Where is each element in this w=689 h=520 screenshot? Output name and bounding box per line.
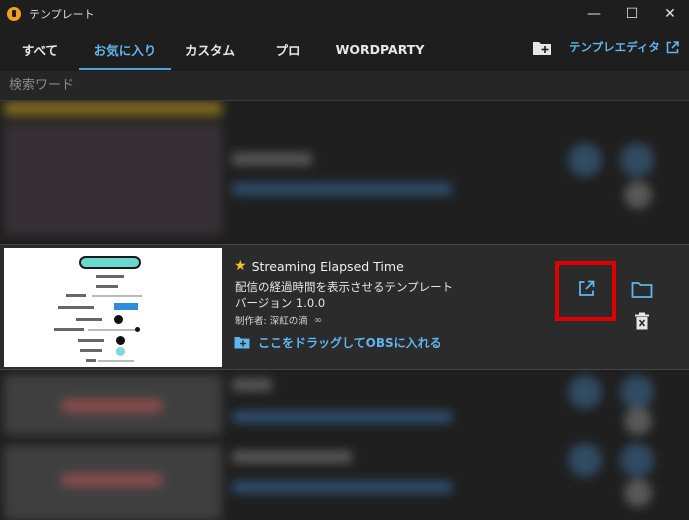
blurred-title <box>232 153 312 165</box>
maximize-button[interactable]: ☐ <box>613 0 651 27</box>
open-external-icon <box>666 40 679 53</box>
blurred-delete-button <box>624 181 652 209</box>
blurred-folder-button <box>620 443 654 477</box>
thumbnail-line <box>58 306 94 309</box>
add-folder-icon[interactable] <box>532 40 552 56</box>
delete-icon[interactable] <box>634 312 650 330</box>
list-item[interactable] <box>0 441 689 520</box>
blurred-delete-button <box>624 479 652 507</box>
thumbnail-swatch <box>116 347 125 356</box>
template-thumbnail <box>4 248 222 367</box>
close-button[interactable]: ✕ <box>651 0 689 27</box>
list-item[interactable] <box>0 371 689 439</box>
thumbnail <box>4 101 222 116</box>
tab-pro[interactable]: プロ <box>258 27 318 71</box>
blurred-open-button <box>568 375 602 409</box>
blurred-delete-button <box>624 407 652 435</box>
thumbnail-line <box>88 329 138 331</box>
drag-to-obs-label: ここをドラッグしてOBSに入れる <box>258 336 442 350</box>
blurred-folder-button <box>620 375 654 409</box>
folder-icon[interactable] <box>631 281 653 299</box>
link-icon[interactable]: ∞ <box>314 315 322 326</box>
blurred-title <box>232 451 352 463</box>
thumbnail-line <box>66 294 86 297</box>
thumbnail-line <box>96 285 118 288</box>
search-bar <box>0 71 689 101</box>
thumbnail-line <box>76 318 102 321</box>
blurred-drag-link <box>232 183 452 195</box>
search-input[interactable] <box>0 71 689 100</box>
active-tab-indicator <box>79 68 171 70</box>
minimize-button[interactable]: — <box>575 0 613 27</box>
template-version: バージョン 1.0.0 <box>235 296 326 310</box>
thumbnail-slider-knob <box>135 327 140 332</box>
thumbnail-line <box>78 339 104 342</box>
thumbnail-line <box>98 360 134 362</box>
template-author-row: 制作者: 深紅の滴 ∞ <box>235 313 322 328</box>
thumbnail-swatch <box>116 336 125 345</box>
tab-all[interactable]: すべて <box>8 27 72 71</box>
blurred-drag-link <box>232 481 452 493</box>
window-controls: — ☐ ✕ <box>575 0 689 27</box>
blurred-folder-button <box>620 143 654 177</box>
thumbnail <box>4 123 222 235</box>
window-title: テンプレート <box>29 7 95 21</box>
template-title: Streaming Elapsed Time <box>251 258 404 274</box>
blurred-title <box>232 379 272 391</box>
thumbnail-swatch <box>114 315 123 324</box>
tab-wordparty[interactable]: WORDPARTY <box>328 27 432 71</box>
blurred-thumb-label <box>62 473 162 487</box>
highlight-annotation-box <box>555 261 616 321</box>
template-title-row: ★ Streaming Elapsed Time <box>234 258 404 274</box>
list-item[interactable] <box>0 101 689 241</box>
template-description: 配信の経過時間を表示させるテンプレート <box>235 280 454 294</box>
tab-custom[interactable]: カスタム <box>172 27 248 71</box>
blurred-thumb-label <box>62 399 162 413</box>
thumbnail-line <box>86 359 96 362</box>
app-logo-icon <box>7 6 21 21</box>
drag-to-obs-handle[interactable]: ここをドラッグしてOBSに入れる <box>234 334 442 351</box>
blurred-open-button <box>568 143 602 177</box>
template-editor-link[interactable]: テンプレエディタ <box>569 38 679 56</box>
thumbnail-line <box>54 328 84 331</box>
thumbnail-button <box>114 303 138 310</box>
tab-favorites[interactable]: お気に入り <box>79 27 171 71</box>
blurred-open-button <box>568 443 602 477</box>
thumbnail-line <box>92 295 142 297</box>
thumbnail-line <box>96 275 124 278</box>
blurred-drag-link <box>232 411 452 423</box>
thumbnail-title <box>79 256 141 269</box>
thumbnail-line <box>80 349 102 352</box>
title-bar: テンプレート — ☐ ✕ <box>0 0 689 27</box>
folder-plus-icon <box>234 337 250 349</box>
template-editor-label: テンプレエディタ <box>569 40 660 54</box>
favorite-star-icon[interactable]: ★ <box>234 258 247 274</box>
template-author: 制作者: 深紅の滴 <box>235 316 308 327</box>
